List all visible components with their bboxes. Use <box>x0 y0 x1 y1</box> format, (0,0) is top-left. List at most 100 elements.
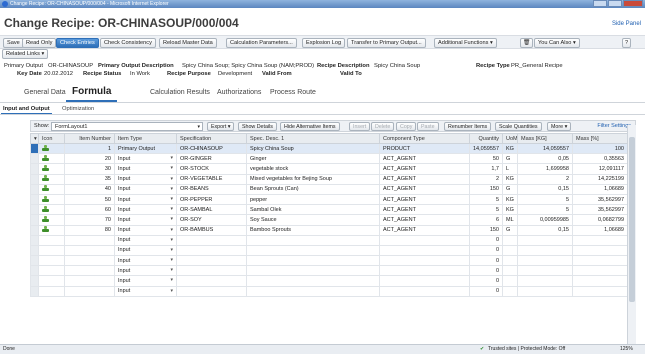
quantity-cell[interactable]: 0 <box>469 265 503 277</box>
spec-desc-cell[interactable] <box>246 244 380 257</box>
scrollbar-thumb[interactable] <box>629 137 635 302</box>
item-type-cell[interactable]: Primary Output <box>114 142 177 155</box>
specification-cell[interactable]: OR-SAMBAL <box>176 204 247 216</box>
table-row[interactable]: 50 Input ▾ OR-PEPPER pepper ACT_AGENT 5 KG 5 35,5… <box>30 193 628 206</box>
spec-desc-cell[interactable]: Bean Sprouts (Can) <box>246 183 380 195</box>
zoom-level[interactable]: 125% <box>620 345 633 354</box>
export-button[interactable]: Export ▾ <box>207 122 235 131</box>
component-type-cell[interactable]: ACT_AGENT <box>379 224 470 236</box>
column-header-spec-desc[interactable]: Spec. Desc. 1 <box>246 133 380 144</box>
uom-cell[interactable]: L <box>502 163 518 175</box>
maximize-button[interactable] <box>608 0 622 7</box>
column-header-item-number[interactable]: Item Number <box>64 133 115 144</box>
item-number-cell[interactable]: 60 <box>64 204 115 216</box>
specification-cell[interactable]: OR-STOCK <box>176 163 247 175</box>
mass-pct-cell[interactable]: 35,562997 <box>572 193 628 206</box>
item-type-cell[interactable]: Input ▾ <box>114 285 177 297</box>
spec-desc-cell[interactable]: Bamboo Sprouts <box>246 224 380 236</box>
spec-desc-cell[interactable]: vegetable stock <box>246 163 380 175</box>
renumber-items-button[interactable]: Renumber Items <box>444 122 492 131</box>
mass-pct-cell[interactable] <box>572 244 628 257</box>
row-selector[interactable] <box>30 214 39 226</box>
mass-kg-cell[interactable]: 2 <box>517 173 573 185</box>
mass-pct-cell[interactable]: 14,225199 <box>572 173 628 185</box>
quantity-cell[interactable]: 6 <box>469 214 503 226</box>
component-type-cell[interactable] <box>379 244 470 257</box>
tab-calculation-results[interactable]: Calculation Results <box>150 89 210 96</box>
item-type-cell[interactable]: Input ▾ <box>114 163 177 175</box>
trash-icon[interactable]: 🗑 <box>520 38 534 48</box>
related-links-button[interactable]: Related Links ▾ <box>2 49 49 59</box>
uom-cell[interactable]: KG <box>502 204 518 216</box>
component-type-cell[interactable]: PRODUCT <box>379 142 470 155</box>
you-can-also-button[interactable]: You Can Also ▾ <box>534 38 580 48</box>
item-number-cell[interactable]: 40 <box>64 183 115 195</box>
delete-button[interactable]: Delete <box>371 122 395 131</box>
tab-general-data[interactable]: General Data <box>24 89 66 96</box>
item-type-cell[interactable]: Input ▾ <box>114 255 177 267</box>
spec-desc-cell[interactable] <box>246 285 380 297</box>
quantity-cell[interactable]: 2 <box>469 173 503 185</box>
item-type-cell[interactable]: Input ▾ <box>114 204 177 216</box>
check-consistency-button[interactable]: Check Consistency <box>100 38 156 48</box>
row-selector[interactable] <box>30 183 39 195</box>
item-type-cell[interactable]: Input ▾ <box>114 224 177 236</box>
item-type-cell[interactable]: Input ▾ <box>114 183 177 195</box>
quantity-cell[interactable]: 5 <box>469 204 503 216</box>
uom-cell[interactable] <box>502 234 518 246</box>
item-number-cell[interactable]: 80 <box>64 224 115 236</box>
component-type-cell[interactable]: ACT_AGENT <box>379 204 470 216</box>
quantity-cell[interactable]: 1,7 <box>469 163 503 175</box>
mass-pct-cell[interactable]: 1,06689 <box>572 183 628 195</box>
spec-desc-cell[interactable] <box>246 234 380 246</box>
table-row[interactable]: 30 Input ▾ OR-STOCK vegetable stock ACT_AGENT… <box>30 163 628 175</box>
mass-pct-cell[interactable]: 12,091117 <box>572 163 628 175</box>
mass-kg-cell[interactable]: 5 <box>517 193 573 206</box>
specification-cell[interactable]: OR-BAMBUS <box>176 224 247 236</box>
component-type-cell[interactable]: ACT_AGENT <box>379 173 470 185</box>
specification-cell[interactable] <box>176 285 247 297</box>
item-number-cell[interactable] <box>64 265 115 277</box>
item-type-cell[interactable]: Input ▾ <box>114 153 177 165</box>
component-type-cell[interactable] <box>379 265 470 277</box>
row-selector[interactable] <box>30 153 39 165</box>
component-type-cell[interactable]: ACT_AGENT <box>379 153 470 165</box>
table-row[interactable]: Input ▾ 0 <box>30 285 628 297</box>
check-entries-button[interactable]: Check Entries <box>56 38 99 48</box>
table-row[interactable]: 70 Input ▾ OR-SOY Soy Sauce ACT_AGENT 6 ML 0,009… <box>30 214 628 226</box>
component-type-cell[interactable]: ACT_AGENT <box>379 183 470 195</box>
quantity-cell[interactable]: 5 <box>469 193 503 206</box>
uom-cell[interactable] <box>502 285 518 297</box>
mass-pct-cell[interactable]: 1,06689 <box>572 224 628 236</box>
specification-cell[interactable]: OR-VEGETABLE <box>176 173 247 185</box>
column-header-uom[interactable]: UoM <box>502 133 518 144</box>
uom-cell[interactable]: G <box>502 153 518 165</box>
uom-cell[interactable]: G <box>502 183 518 195</box>
component-type-cell[interactable] <box>379 255 470 267</box>
tab-formula[interactable]: Formula <box>65 86 118 102</box>
row-selector[interactable] <box>30 204 39 216</box>
component-type-cell[interactable] <box>379 285 470 297</box>
paste-button[interactable]: Paste <box>417 122 439 131</box>
mass-kg-cell[interactable] <box>517 275 573 287</box>
item-number-cell[interactable]: 50 <box>64 193 115 206</box>
row-selector[interactable] <box>30 173 39 185</box>
mass-pct-cell[interactable] <box>572 255 628 267</box>
item-number-cell[interactable]: 30 <box>64 163 115 175</box>
table-row[interactable]: Input ▾ 0 <box>30 255 628 267</box>
item-number-cell[interactable]: 35 <box>64 173 115 185</box>
mass-kg-cell[interactable]: 0,15 <box>517 224 573 236</box>
column-header-mass-kg[interactable]: Mass [KG] <box>517 133 573 144</box>
close-button[interactable] <box>623 0 643 7</box>
item-type-cell[interactable]: Input ▾ <box>114 173 177 185</box>
column-header-quantity[interactable]: Quantity <box>469 133 503 144</box>
specification-cell[interactable] <box>176 244 247 257</box>
tab-process-route[interactable]: Process Route <box>270 89 316 96</box>
mass-kg-cell[interactable]: 1,699958 <box>517 163 573 175</box>
quantity-cell[interactable]: 150 <box>469 183 503 195</box>
specification-cell[interactable]: OR-PEPPER <box>176 193 247 206</box>
spec-desc-cell[interactable] <box>246 265 380 277</box>
item-number-cell[interactable] <box>64 234 115 246</box>
column-header-specification[interactable]: Specification <box>176 133 247 144</box>
specification-cell[interactable]: OR-GINGER <box>176 153 247 165</box>
